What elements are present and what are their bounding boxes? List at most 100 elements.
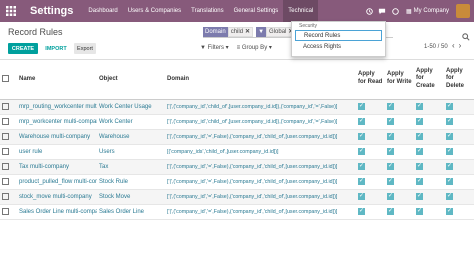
cell-domain[interactable]: ['|',('company_id','=',False),('company_… [165,189,356,205]
cell-apply-read: ✓ [356,204,385,220]
row-checkbox[interactable] [2,162,9,170]
select-all-cell[interactable] [0,59,17,100]
remove-facet-icon[interactable]: ✕ [245,28,250,35]
cell-apply-delete: ✓ [444,204,474,220]
discuss-icon[interactable] [376,0,389,22]
apps-menu-icon[interactable] [0,0,22,22]
import-button[interactable]: IMPORT [41,43,71,54]
row-select-cell[interactable] [0,114,17,130]
group-by-button[interactable]: ≡ Group By ▾ [237,44,272,51]
table-row[interactable]: Sales Order Line multi-company Sales Orde… [0,204,474,220]
row-checkbox[interactable] [2,192,9,200]
row-checkbox[interactable] [2,117,9,125]
column-header-name[interactable]: Name [17,59,97,100]
cell-apply-create: ✓ [414,114,444,130]
top-navbar: Settings Dashboard Users & Companies Tra… [0,0,474,22]
table-row[interactable]: stock_move multi-company Stock Move ['|',(… [0,189,474,205]
column-header-read[interactable]: Apply for Read [356,59,385,100]
row-checkbox[interactable] [2,102,9,110]
column-header-delete[interactable]: Apply for Delete [444,59,474,100]
cell-apply-write: ✓ [385,129,414,145]
cell-object[interactable]: Tax [97,159,165,175]
cell-name[interactable]: Tax multi-company [17,159,97,175]
checkmark-icon: ✓ [358,163,365,170]
systray: ▦ My Company [363,0,474,22]
activity-icon[interactable] [389,0,402,22]
row-checkbox[interactable] [2,147,9,155]
table-row[interactable]: mrp_routing_workcenter multi-companyWork… [0,99,474,115]
cell-name[interactable]: product_pulled_flow multi-company [17,174,97,190]
cell-name[interactable]: user rule [17,144,97,160]
menu-technical[interactable]: Technical [283,0,319,22]
cell-domain[interactable]: ['|',('company_id','child_of',[user.comp… [165,114,356,130]
cell-apply-write: ✓ [385,204,414,220]
column-header-create[interactable]: Apply for Create [414,59,444,100]
cell-object[interactable]: Sales Order Line [97,204,165,220]
next-page-icon[interactable]: › [459,41,462,50]
cell-object[interactable]: Stock Rule [97,174,165,190]
cell-name[interactable]: mrp_routing_workcenter multi-company [17,99,97,115]
cell-domain[interactable]: ['|',('company_id','=',False),('company_… [165,174,356,190]
list-view: Name Object Domain Apply for Read Apply … [0,59,474,220]
dropdown-item-access-rights[interactable]: Access Rights [292,41,385,52]
row-select-cell[interactable] [0,189,17,205]
column-header-object[interactable]: Object [97,59,165,100]
row-checkbox[interactable] [2,132,9,140]
cell-name[interactable]: stock_move multi-company [17,189,97,205]
menu-general-settings[interactable]: General Settings [229,0,284,22]
row-select-cell[interactable] [0,174,17,190]
checkmark-icon: ✓ [446,163,453,170]
row-select-cell[interactable] [0,129,17,145]
cell-domain[interactable]: ['|',('company_id','=',False),('company_… [165,129,356,145]
search-icon[interactable] [462,28,474,41]
column-header-domain[interactable]: Domain [165,59,356,100]
cell-object[interactable]: Warehouse [97,129,165,145]
cell-object[interactable]: Stock Move [97,189,165,205]
pager-value[interactable]: 1-50 / 50 [424,44,448,50]
table-row[interactable]: user rule Users [('company_ids','child_of'… [0,144,474,160]
cell-domain[interactable]: ['|',('company_id','=',False),('company_… [165,204,356,220]
previous-page-icon[interactable]: ‹ [452,41,455,50]
create-button[interactable]: CREATE [8,43,38,54]
menu-users-companies[interactable]: Users & Companies [123,0,186,22]
cell-domain[interactable]: ['|',('company_id','child_of',[user.comp… [165,99,356,115]
row-checkbox[interactable] [2,207,9,215]
cell-domain[interactable]: ['|',('company_id','=',False),('company_… [165,159,356,175]
cell-domain[interactable]: [('company_ids','child_of',[user.company… [165,144,356,160]
cell-name[interactable]: Sales Order Line multi-company [17,204,97,220]
menu-translations[interactable]: Translations [186,0,228,22]
cell-name[interactable]: mrp_workcenter multi-company [17,114,97,130]
checkmark-icon: ✓ [358,103,365,110]
group-by-icon: ≡ [236,45,241,51]
user-avatar[interactable] [456,4,470,18]
table-row[interactable]: product_pulled_flow multi-companyStock R… [0,174,474,190]
cell-object[interactable]: Users [97,144,165,160]
dropdown-item-record-rules[interactable]: Record Rules [295,30,382,41]
export-button[interactable]: Export [74,43,96,54]
row-checkbox[interactable] [2,177,9,185]
company-switcher[interactable]: ▦ My Company [402,8,453,15]
row-select-cell[interactable] [0,204,17,220]
cell-name[interactable]: Warehouse multi-company [17,129,97,145]
row-select-cell[interactable] [0,159,17,175]
company-icon: ▦ [405,8,412,15]
table-row[interactable]: Warehouse multi-company Warehouse ['|',('c… [0,129,474,145]
select-all-checkbox[interactable] [2,75,9,83]
table-row[interactable]: mrp_workcenter multi-company Work Center[… [0,114,474,130]
checkmark-icon: ✓ [358,208,365,215]
checkmark-icon: ✓ [358,178,365,185]
row-select-cell[interactable] [0,99,17,115]
table-row[interactable]: Tax multi-company Tax ['|',('company_id','… [0,159,474,175]
menu-dashboard[interactable]: Dashboard [83,0,122,22]
checkmark-icon: ✓ [387,208,394,215]
cell-apply-create: ✓ [414,174,444,190]
cell-object[interactable]: Work Center Usage [97,99,165,115]
column-header-write[interactable]: Apply for Write [385,59,414,100]
filters-button[interactable]: ▼ Filters ▾ [200,44,229,51]
checkmark-icon: ✓ [358,148,365,155]
cell-object[interactable]: Work Center [97,114,165,130]
clock-icon[interactable] [363,0,376,22]
row-select-cell[interactable] [0,144,17,160]
cell-apply-create: ✓ [414,144,444,160]
checkmark-icon: ✓ [416,193,423,200]
